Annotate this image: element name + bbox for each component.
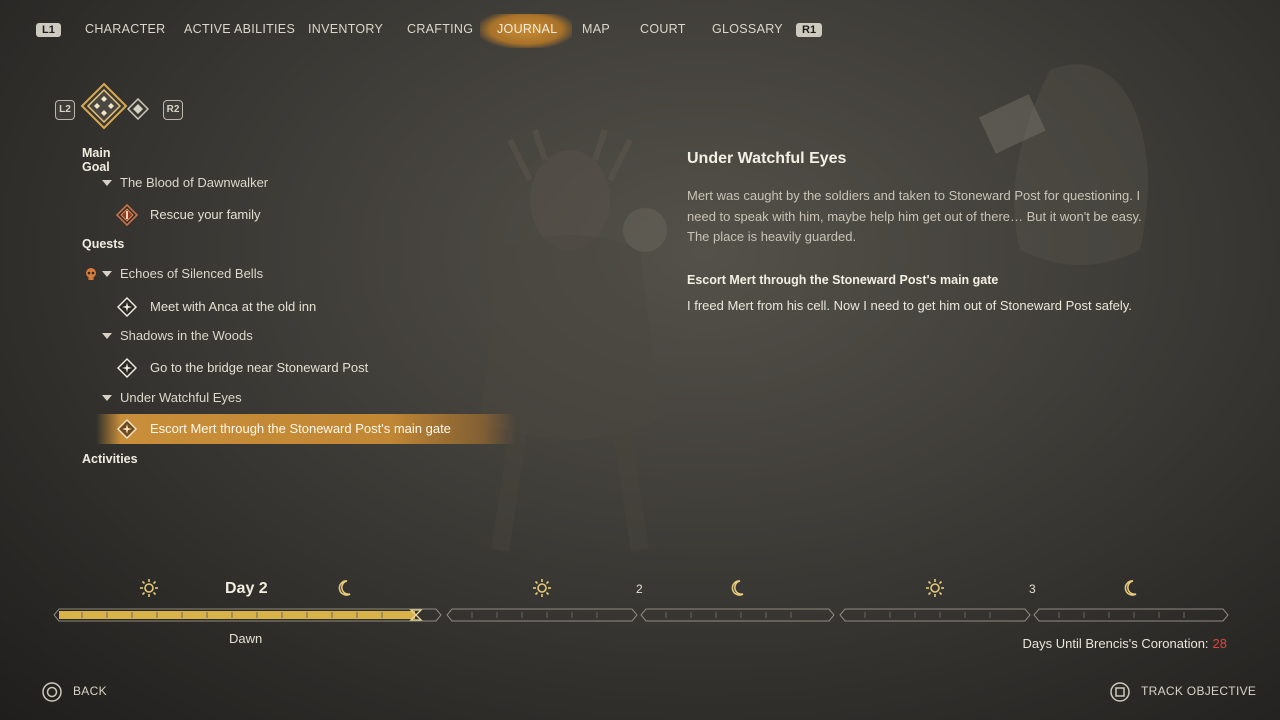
quest-objective-icon [116, 357, 138, 379]
top-navigation: L1 CHARACTER ACTIVE ABILITIES INVENTORY … [0, 0, 1280, 60]
day-number: 3 [1029, 582, 1036, 596]
timeline-fill [59, 611, 415, 619]
objective-detail-title: Escort Mert through the Stoneward Post's… [687, 273, 999, 287]
section-quests: Quests [82, 237, 125, 251]
time-phase-label: Dawn [229, 631, 263, 646]
l1-button-hint[interactable]: L1 [36, 23, 61, 37]
l2-button-hint[interactable]: L2 [55, 100, 75, 120]
coronation-label: Days Until Brencis's Coronation: [1022, 636, 1209, 651]
r1-button-hint[interactable]: R1 [796, 23, 823, 37]
background-robed-figure [960, 50, 1190, 290]
quest-objective-icon [116, 296, 138, 318]
tab-map[interactable]: MAP [582, 22, 610, 36]
current-day-label: Day 2 [225, 580, 268, 597]
background-illustration [440, 120, 700, 560]
objective-meet-with-anca[interactable]: Meet with Anca at the old inn [96, 292, 516, 322]
objective-detail-text: I freed Mert from his cell. Now I need t… [687, 298, 1132, 313]
quest-detail-title: Under Watchful Eyes [687, 150, 847, 167]
tab-character[interactable]: CHARACTER [85, 22, 165, 36]
objective-label: Go to the bridge near Stoneward Post [150, 360, 369, 375]
expand-chevron-icon [102, 180, 112, 186]
r2-button-hint[interactable]: R2 [163, 100, 183, 120]
quest-name: Echoes of Silenced Bells [120, 266, 264, 281]
objective-label: Rescue your family [150, 207, 261, 222]
section-activities[interactable]: Activities [82, 452, 138, 466]
back-button[interactable]: BACK [42, 682, 107, 702]
objective-escort-mert[interactable]: Escort Mert through the Stoneward Post's… [96, 414, 516, 444]
tab-journal[interactable]: JOURNAL [497, 22, 557, 36]
objective-label: Meet with Anca at the old inn [150, 299, 317, 314]
main-objective-icon [115, 203, 139, 227]
quest-name: Shadows in the Woods [120, 328, 253, 343]
circle-button-icon [42, 682, 62, 702]
square-button-icon [1110, 682, 1130, 702]
skull-icon [84, 267, 98, 281]
objective-label: Escort Mert through the Stoneward Post's… [150, 421, 451, 436]
quest-name: The Blood of Dawnwalker [120, 175, 269, 190]
moon-icon [335, 578, 355, 598]
section-main-goal: Main Goal [82, 146, 111, 174]
coronation-countdown: Days Until Brencis's Coronation: 28 [1023, 636, 1227, 651]
activities-category-icon[interactable] [126, 97, 150, 121]
coronation-days-value: 28 [1212, 636, 1227, 651]
track-objective-button[interactable]: TRACK OBJECTIVE [1110, 682, 1257, 702]
quest-detail-description: Mert was caught by the soldiers and take… [687, 188, 1142, 244]
sun-icon [532, 578, 552, 598]
objective-rescue-your-family[interactable]: Rescue your family [96, 200, 516, 230]
tab-inventory[interactable]: INVENTORY [308, 22, 383, 36]
expand-chevron-icon [102, 333, 112, 339]
tab-crafting[interactable]: CRAFTING [407, 22, 473, 36]
expand-chevron-icon [102, 395, 112, 401]
expand-chevron-icon [102, 271, 112, 277]
moon-icon [728, 578, 748, 598]
tab-glossary[interactable]: GLOSSARY [712, 22, 783, 36]
moon-icon [1121, 578, 1141, 598]
timeline-progress-bar [52, 608, 1232, 627]
quest-objective-icon [116, 418, 138, 440]
sun-icon [139, 578, 159, 598]
tab-court[interactable]: COURT [640, 22, 686, 36]
tab-active-abilities[interactable]: ACTIVE ABILITIES [184, 22, 295, 36]
quests-category-icon[interactable] [80, 82, 128, 130]
sun-icon [925, 578, 945, 598]
back-label: BACK [73, 684, 107, 698]
track-objective-label: TRACK OBJECTIVE [1141, 684, 1257, 698]
objective-go-to-the-bridge[interactable]: Go to the bridge near Stoneward Post [96, 353, 516, 383]
quest-name: Under Watchful Eyes [120, 390, 242, 405]
day-number: 2 [636, 582, 643, 596]
